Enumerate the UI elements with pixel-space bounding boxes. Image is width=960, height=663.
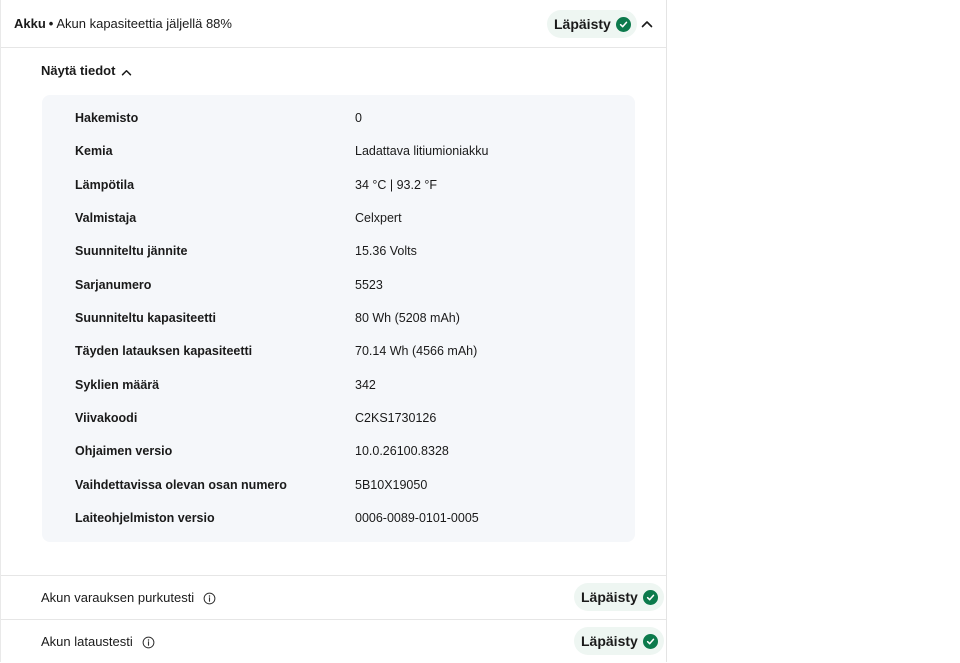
detail-row: Lämpötila 34 °C | 93.2 °F <box>42 175 635 195</box>
detail-value: 15.36 Volts <box>355 244 417 258</box>
detail-value: 342 <box>355 378 376 392</box>
detail-key: Syklien määrä <box>75 378 160 392</box>
detail-key: Täyden latauksen kapasiteetti <box>75 344 253 358</box>
info-icon[interactable] <box>203 592 216 605</box>
show-details-label: Näytä tiedot <box>41 63 116 78</box>
charge-test-label-group: Akun lataustesti <box>41 634 155 650</box>
discharge-test-label-group: Akun varauksen purkutesti <box>41 590 216 606</box>
detail-value: Celxpert <box>355 211 402 225</box>
battery-title: Akku <box>14 16 46 31</box>
detail-row: Suunniteltu jännite 15.36 Volts <box>42 241 635 261</box>
status-badge-label: Läpäisty <box>581 633 638 649</box>
detail-key: Ohjaimen versio <box>75 444 173 458</box>
detail-value: 5B10X19050 <box>355 478 428 492</box>
info-icon[interactable] <box>142 636 155 649</box>
detail-row: Syklien määrä 342 <box>42 375 635 395</box>
detail-row: Täyden latauksen kapasiteetti 70.14 Wh (… <box>42 341 635 361</box>
detail-row: Laiteohjelmiston versio 0006-0089-0101-0… <box>42 508 635 528</box>
detail-value: 70.14 Wh (4566 mAh) <box>355 344 478 358</box>
discharge-test-status-badge: Läpäisty <box>574 583 664 611</box>
detail-value: 5523 <box>355 278 383 292</box>
detail-value: 0 <box>355 111 362 125</box>
detail-value: 10.0.26100.8328 <box>355 444 449 458</box>
detail-row: Ohjaimen versio 10.0.26100.8328 <box>42 441 635 461</box>
detail-value: Ladattava litiumioniakku <box>355 144 489 158</box>
detail-key: Laiteohjelmiston versio <box>75 511 215 525</box>
status-badge-label: Läpäisty <box>581 589 638 605</box>
detail-value: C2KS1730126 <box>355 411 437 425</box>
battery-details-card: Hakemisto 0 Kemia Ladattava litiumioniak… <box>42 95 635 542</box>
detail-key: Vaihdettavissa olevan osan numero <box>75 478 287 492</box>
show-details-toggle[interactable]: Näytä tiedot <box>41 63 115 79</box>
detail-row: Sarjanumero 5523 <box>42 275 635 295</box>
check-circle-icon <box>642 589 658 605</box>
detail-key: Kemia <box>75 144 113 158</box>
status-badge-label: Läpäisty <box>554 16 611 32</box>
detail-key: Suunniteltu kapasiteetti <box>75 311 216 325</box>
detail-value: 80 Wh (5208 mAh) <box>355 311 460 325</box>
detail-key: Sarjanumero <box>75 278 152 292</box>
detail-value: 0006-0089-0101-0005 <box>355 511 479 525</box>
check-circle-icon <box>615 16 631 32</box>
detail-key: Lämpötila <box>75 178 135 192</box>
detail-key: Suunniteltu jännite <box>75 244 188 258</box>
discharge-test-label: Akun varauksen purkutesti <box>41 590 195 605</box>
detail-row: Suunniteltu kapasiteetti 80 Wh (5208 mAh… <box>42 308 635 328</box>
detail-row: Kemia Ladattava litiumioniakku <box>42 141 635 161</box>
detail-row: Hakemisto 0 <box>42 108 635 128</box>
detail-row: Viivakoodi C2KS1730126 <box>42 408 635 428</box>
detail-key: Viivakoodi <box>75 411 138 425</box>
detail-value: 34 °C | 93.2 °F <box>355 178 438 192</box>
discharge-test-row[interactable]: Akun varauksen purkutesti Läpäisty <box>1 576 666 619</box>
chevron-up-icon[interactable] <box>640 17 654 31</box>
check-circle-icon <box>642 633 658 649</box>
charge-test-row[interactable]: Akun lataustesti Läpäisty <box>1 620 666 663</box>
battery-header-title: Akku • Akun kapasiteettia jäljellä 88% <box>14 16 232 32</box>
battery-header[interactable]: Akku • Akun kapasiteettia jäljellä 88% Läp… <box>1 0 666 48</box>
charge-test-status-badge: Läpäisty <box>574 627 664 655</box>
detail-row: Valmistaja Celxpert <box>42 208 635 228</box>
battery-capacity-summary: Akun kapasiteettia jäljellä 88% <box>56 16 232 31</box>
chevron-up-icon[interactable] <box>119 65 133 79</box>
detail-key: Hakemisto <box>75 111 139 125</box>
detail-row: Vaihdettavissa olevan osan numero 5B10X1… <box>42 475 635 495</box>
battery-status-badge: Läpäisty <box>547 10 637 38</box>
detail-key: Valmistaja <box>75 211 137 225</box>
battery-panel: Akku • Akun kapasiteettia jäljellä 88% Läp… <box>0 0 667 662</box>
title-separator: • <box>48 16 54 31</box>
charge-test-label: Akun lataustesti <box>41 634 133 649</box>
